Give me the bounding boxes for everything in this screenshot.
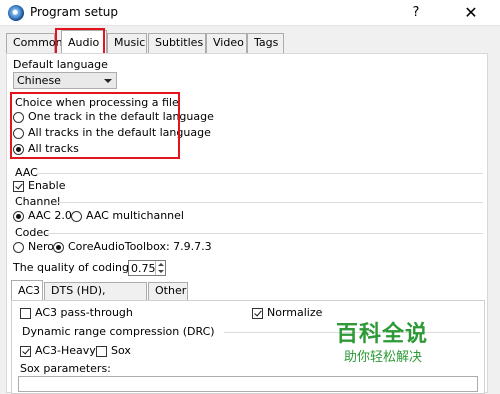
codec-group-label: Codec (15, 226, 50, 239)
quality-value: 0.75 (131, 262, 156, 275)
codec-divider (47, 233, 483, 234)
ac3-passthrough-checkbox[interactable] (20, 308, 31, 319)
radio-one-track-label: One track in the default language (28, 110, 214, 123)
subtab-dts[interactable]: DTS (HD), TrueHD (44, 282, 147, 313)
quality-label: The quality of coding (13, 261, 129, 274)
watermark: 百科全说 助你轻松解决 (336, 316, 462, 368)
app-disc-icon (8, 5, 24, 21)
tab-audio[interactable]: Audio (61, 30, 107, 54)
tab-tags[interactable]: Tags (247, 33, 284, 53)
normalize-checkbox[interactable] (252, 308, 263, 319)
radio-coreaudio[interactable] (53, 242, 64, 253)
chevron-down-icon (104, 79, 112, 83)
radio-aac-multichannel[interactable] (71, 211, 82, 222)
radio-aac-2-0[interactable] (13, 211, 24, 222)
radio-nero-label: Nero (28, 240, 55, 253)
radio-all-tracks[interactable] (13, 144, 24, 155)
tab-common[interactable]: Common (6, 33, 63, 53)
radio-coreaudio-label: CoreAudioToolbox: 7.9.7.3 (68, 240, 212, 253)
sox-params-input[interactable] (18, 376, 478, 392)
ac3-passthrough-label: AC3 pass-through (35, 306, 133, 319)
default-language-label: Default language (13, 58, 108, 71)
radio-all-default-label: All tracks in the default language (28, 126, 211, 139)
tab-music[interactable]: Music (107, 33, 147, 53)
sox-checkbox[interactable] (96, 346, 107, 357)
default-language-select[interactable]: Chinese (13, 72, 117, 89)
radio-all-tracks-label: All tracks (28, 142, 79, 155)
aac-divider (37, 173, 483, 174)
normalize-label: Normalize (267, 306, 323, 319)
ac3-heavy-checkbox[interactable] (20, 346, 31, 357)
radio-aac-2-0-label: AAC 2.0 (28, 209, 72, 222)
choice-group-label: Choice when processing a file (15, 96, 179, 109)
window-title: Program setup (30, 5, 119, 19)
sox-label: Sox (111, 344, 131, 357)
tab-video[interactable]: Video (206, 33, 247, 53)
subtab-ac3[interactable]: AC3 (11, 280, 43, 301)
help-button[interactable]: ? (404, 2, 428, 24)
channel-group-label: Channel (15, 195, 61, 208)
spin-up-icon[interactable] (155, 261, 165, 268)
radio-aac-multichannel-label: AAC multichannel (86, 209, 184, 222)
aac-enable-label: Enable (28, 179, 66, 192)
close-button[interactable]: ✕ (458, 2, 484, 24)
subtab-other[interactable]: Other (148, 282, 188, 300)
sox-params-label: Sox parameters: (20, 362, 111, 375)
radio-all-default[interactable] (13, 128, 24, 139)
aac-group-label: AAC (15, 166, 38, 179)
tab-subtitles[interactable]: Subtitles (148, 33, 206, 53)
default-language-value: Chinese (17, 74, 61, 87)
aac-enable-checkbox[interactable] (13, 181, 24, 192)
quality-spinbox[interactable]: 0.75 (128, 260, 166, 276)
drc-group-label: Dynamic range compression (DRC) (22, 325, 215, 338)
ac3-heavy-label: AC3-Heavy (35, 344, 96, 357)
title-bar: Program setup ? ✕ (0, 0, 500, 26)
radio-one-track[interactable] (13, 112, 24, 123)
channel-divider (57, 202, 483, 203)
watermark-subtitle: 助你轻松解决 (344, 350, 423, 365)
watermark-logo: 百科全说 (336, 322, 429, 347)
spin-down-icon[interactable] (155, 268, 165, 275)
radio-nero[interactable] (13, 242, 24, 253)
